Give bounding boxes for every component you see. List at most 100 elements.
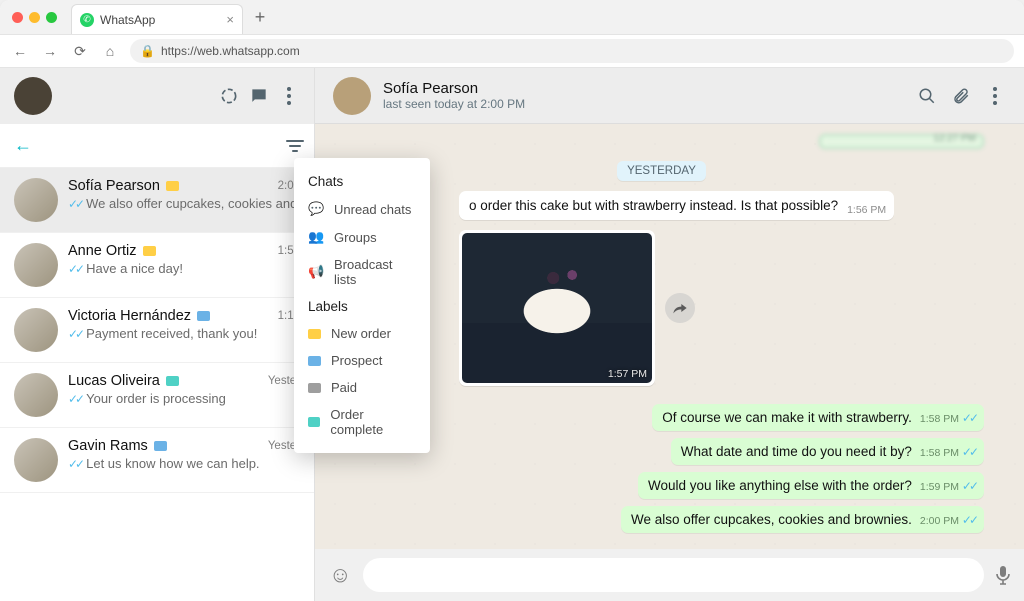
message-bubble[interactable]: Would you like anything else with the or… <box>638 472 984 499</box>
popover-item-label: Prospect <box>331 353 382 368</box>
popover-section-chats: Chats <box>294 168 430 195</box>
read-ticks-icon: ✓✓ <box>68 327 82 341</box>
address-bar[interactable]: 🔒 https://web.whatsapp.com <box>130 39 1014 63</box>
message-text: We also offer cupcakes, cookies and brow… <box>631 512 912 527</box>
menu-icon[interactable] <box>278 85 300 107</box>
forward-icon[interactable] <box>665 293 695 323</box>
message-text: What date and time do you need it by? <box>681 444 912 459</box>
chat-item[interactable]: Gavin RamsYester✓✓Let us know how we can… <box>0 428 314 493</box>
new-chat-icon[interactable] <box>248 85 270 107</box>
popover-label-item[interactable]: Prospect <box>294 347 430 374</box>
popover-item-label: Broadcast lists <box>334 257 416 287</box>
chat-preview: ✓✓Have a nice day! <box>68 261 300 276</box>
label-tag-icon <box>166 181 179 191</box>
popover-label-item[interactable]: New order <box>294 320 430 347</box>
url-text: https://web.whatsapp.com <box>161 44 300 58</box>
popover-item-icon: 👥 <box>308 229 324 245</box>
nav-back-icon[interactable]: ← <box>10 43 30 59</box>
message-bubble[interactable]: What date and time do you need it by? 1:5… <box>671 438 984 465</box>
read-ticks-icon: ✓✓ <box>962 411 976 425</box>
message-time: 2:00 PM ✓✓ <box>920 513 976 527</box>
read-ticks-icon: ✓✓ <box>962 479 976 493</box>
chat-preview: ✓✓Let us know how we can help. <box>68 456 300 471</box>
close-window-icon[interactable] <box>12 12 23 23</box>
popover-label-item[interactable]: Paid <box>294 374 430 401</box>
chat-list: Sofía Pearson2:00✓✓We also offer cupcake… <box>0 168 314 601</box>
label-swatch-icon <box>308 383 321 393</box>
close-tab-icon[interactable]: × <box>226 12 234 27</box>
message-bubble[interactable]: Of course we can make it with strawberry… <box>652 404 984 431</box>
read-ticks-icon: ✓✓ <box>962 513 976 527</box>
chat-header[interactable]: Sofía Pearson last seen today at 2:00 PM <box>315 68 1024 124</box>
search-back-icon[interactable]: ← <box>14 135 32 156</box>
attach-icon[interactable] <box>950 85 972 107</box>
chat-menu-icon[interactable] <box>984 85 1006 107</box>
message-text: Would you like anything else with the or… <box>648 478 912 493</box>
own-avatar[interactable] <box>14 77 52 115</box>
read-ticks-icon: ✓✓ <box>68 457 82 471</box>
popover-item-label: Unread chats <box>334 202 411 217</box>
contact-last-seen: last seen today at 2:00 PM <box>383 97 525 111</box>
message-bubble[interactable]: We also offer cupcakes, cookies and brow… <box>621 506 984 533</box>
popover-item-icon: 📢 <box>308 264 324 280</box>
message-outgoing: What date and time do you need it by? 1:5… <box>671 438 984 465</box>
nav-bar: ← → ⟳ ⌂ 🔒 https://web.whatsapp.com <box>0 34 1024 68</box>
label-tag-icon <box>166 376 179 386</box>
message-outgoing-blurred: 12:27 PM <box>819 134 984 149</box>
sidebar-header <box>0 68 314 124</box>
chat-avatar <box>14 438 58 482</box>
chat-item[interactable]: Lucas OliveiraYester✓✓Your order is proc… <box>0 363 314 428</box>
chat-name: Gavin Rams <box>68 438 148 454</box>
chat-item[interactable]: Anne Ortiz1:57✓✓Have a nice day! <box>0 233 314 298</box>
chat-avatar <box>14 373 58 417</box>
message-time: 12:27 PM <box>933 133 976 144</box>
nav-reload-icon[interactable]: ⟳ <box>70 43 90 60</box>
message-time: 1:58 PM ✓✓ <box>920 445 976 459</box>
new-tab-button[interactable]: + <box>247 4 273 30</box>
status-icon[interactable] <box>218 85 240 107</box>
popover-section-labels: Labels <box>294 293 430 320</box>
message-outgoing: We also offer cupcakes, cookies and brow… <box>621 506 984 533</box>
chat-name: Sofía Pearson <box>68 178 160 194</box>
search-row: ← <box>0 124 314 168</box>
nav-forward-icon[interactable]: → <box>40 43 60 59</box>
filter-icon[interactable] <box>286 139 304 153</box>
contact-avatar[interactable] <box>333 77 371 115</box>
popover-item-icon: 💬 <box>308 201 324 217</box>
filter-popover: Chats 💬 Unread chats 👥Groups 📢 Broadcast lis… <box>294 158 430 453</box>
search-chat-icon[interactable] <box>916 85 938 107</box>
chat-name: Anne Ortiz <box>68 243 137 259</box>
popover-item-label: Paid <box>331 380 357 395</box>
popover-item[interactable]: 💬 Unread chats <box>294 195 430 223</box>
window-controls[interactable] <box>12 12 57 23</box>
minimize-window-icon[interactable] <box>29 12 40 23</box>
contact-name: Sofía Pearson <box>383 80 525 97</box>
chat-avatar <box>14 243 58 287</box>
label-swatch-icon <box>308 329 321 339</box>
image-message[interactable]: 1:57 PM <box>459 230 655 386</box>
popover-item[interactable]: 👥Groups <box>294 223 430 251</box>
outgoing-messages: Of course we can make it with strawberry… <box>339 386 984 533</box>
chat-preview: ✓✓We also offer cupcakes, cookies and br… <box>68 196 300 211</box>
browser-tab[interactable]: ✆ WhatsApp × <box>71 4 243 34</box>
chat-item[interactable]: Sofía Pearson2:00✓✓We also offer cupcake… <box>0 168 314 233</box>
chat-avatar <box>14 178 58 222</box>
message-outgoing: Of course we can make it with strawberry… <box>652 404 984 431</box>
message-input[interactable] <box>363 558 984 592</box>
popover-label-item[interactable]: Order complete <box>294 401 430 443</box>
message-bubble[interactable]: o order this cake but with strawberry in… <box>459 191 894 220</box>
cake-image <box>462 233 652 383</box>
maximize-window-icon[interactable] <box>46 12 57 23</box>
popover-item[interactable]: 📢 Broadcast lists <box>294 251 430 293</box>
read-ticks-icon: ✓✓ <box>68 262 82 276</box>
chat-item[interactable]: Victoria Hernández1:10✓✓Payment received… <box>0 298 314 363</box>
read-ticks-icon: ✓✓ <box>68 392 82 406</box>
read-ticks-icon: ✓✓ <box>962 445 976 459</box>
lock-icon: 🔒 <box>140 44 155 58</box>
message-time: 1:59 PM ✓✓ <box>920 479 976 493</box>
whatsapp-favicon-icon: ✆ <box>80 13 94 27</box>
nav-home-icon[interactable]: ⌂ <box>100 43 120 59</box>
emoji-icon[interactable]: ☺ <box>329 562 351 588</box>
mic-icon[interactable] <box>996 565 1010 585</box>
message-time: 1:57 PM <box>608 368 647 380</box>
